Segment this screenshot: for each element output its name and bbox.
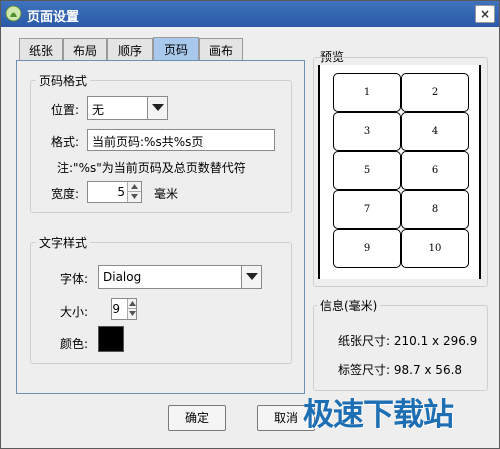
size-label: 大小: [60,305,89,319]
preview-label-cell: 2 [401,73,469,112]
preview-label-cell: 3 [333,112,401,151]
tab-label: 纸张 [28,44,53,58]
tab-label: 页码 [163,43,188,57]
size-decrement-button[interactable] [127,309,136,319]
paper-size-text: 纸张尺寸: 210.1 x 296.9 [338,334,478,348]
tab-page-number[interactable]: 页码 [153,37,199,61]
position-label: 位置: [51,103,80,117]
tab-canvas[interactable]: 画布 [199,38,243,60]
close-button[interactable]: × [475,5,495,23]
width-increment-button[interactable] [127,182,141,192]
preview-sheet: 1 2 3 4 5 6 7 8 9 10 [333,73,469,269]
position-dropdown-button[interactable] [147,97,167,119]
app-icon [5,5,22,22]
preview-label-cell: 5 [333,151,401,190]
tab-label: 画布 [208,44,233,58]
close-icon: × [479,7,491,21]
tab-layout[interactable]: 布局 [63,38,107,60]
chevron-down-icon [246,273,258,280]
tab-panel: 页码格式 位置: 无 格式: 当前页码:%s共%s页 注:"%s"为当前页码及总… [16,60,305,394]
position-value: 无 [92,103,105,117]
width-decrement-button[interactable] [127,192,141,202]
font-value: Dialog [103,270,142,284]
caret-up-icon [129,301,136,306]
caret-down-icon [131,194,138,199]
text-style-title: 文字样式 [36,234,91,251]
label-size-text: 标签尺寸: 98.7 x 56.8 [338,363,463,377]
size-spinner[interactable]: 9 [111,298,137,320]
width-label: 宽度: [51,187,80,201]
tab-order[interactable]: 顺序 [107,38,153,60]
caret-up-icon [131,184,138,189]
size-increment-button[interactable] [127,299,136,309]
tab-label: 布局 [72,44,97,58]
title-bar[interactable]: 页面设置 × [1,1,499,27]
ok-button[interactable]: 确定 [168,405,226,431]
chevron-down-icon [152,104,164,111]
window-title: 页面设置 [27,10,80,25]
color-label: 颜色: [60,337,89,351]
page-setup-dialog: 页面设置 × 纸张 布局 顺序 页码 画布 页码格式 位置: 无 格式: 当前页… [0,0,500,449]
tab-paper[interactable]: 纸张 [19,38,63,60]
size-value: 9 [112,302,120,316]
preview-label-cell: 9 [333,229,401,268]
width-unit: 毫米 [154,187,179,201]
position-select[interactable]: 无 [87,96,168,120]
font-dropdown-button[interactable] [241,266,261,288]
format-input[interactable]: 当前页码:%s共%s页 [87,129,275,151]
preview-label-cell: 10 [401,229,469,268]
preview-area: 1 2 3 4 5 6 7 8 9 10 [318,65,481,279]
preview-label-cell: 1 [333,73,401,112]
tab-label: 顺序 [117,44,142,58]
format-label: 格式: [51,135,80,149]
width-spinner[interactable]: 5 [87,181,142,203]
width-value: 5 [117,185,125,199]
color-swatch[interactable] [98,326,124,352]
page-number-format-title: 页码格式 [36,72,91,89]
font-label: 字体: [60,272,89,286]
preview-label-cell: 8 [401,190,469,229]
caret-down-icon [129,311,136,316]
site-watermark: 极速下载站 [303,397,454,433]
preview-label-cell: 7 [333,190,401,229]
format-note: 注:"%s"为当前页码及总页数替代符 [57,161,246,175]
preview-label-cell: 6 [401,151,469,190]
font-select[interactable]: Dialog [98,265,262,289]
preview-label-cell: 4 [401,112,469,151]
info-title: 信息(毫米) [317,297,381,314]
